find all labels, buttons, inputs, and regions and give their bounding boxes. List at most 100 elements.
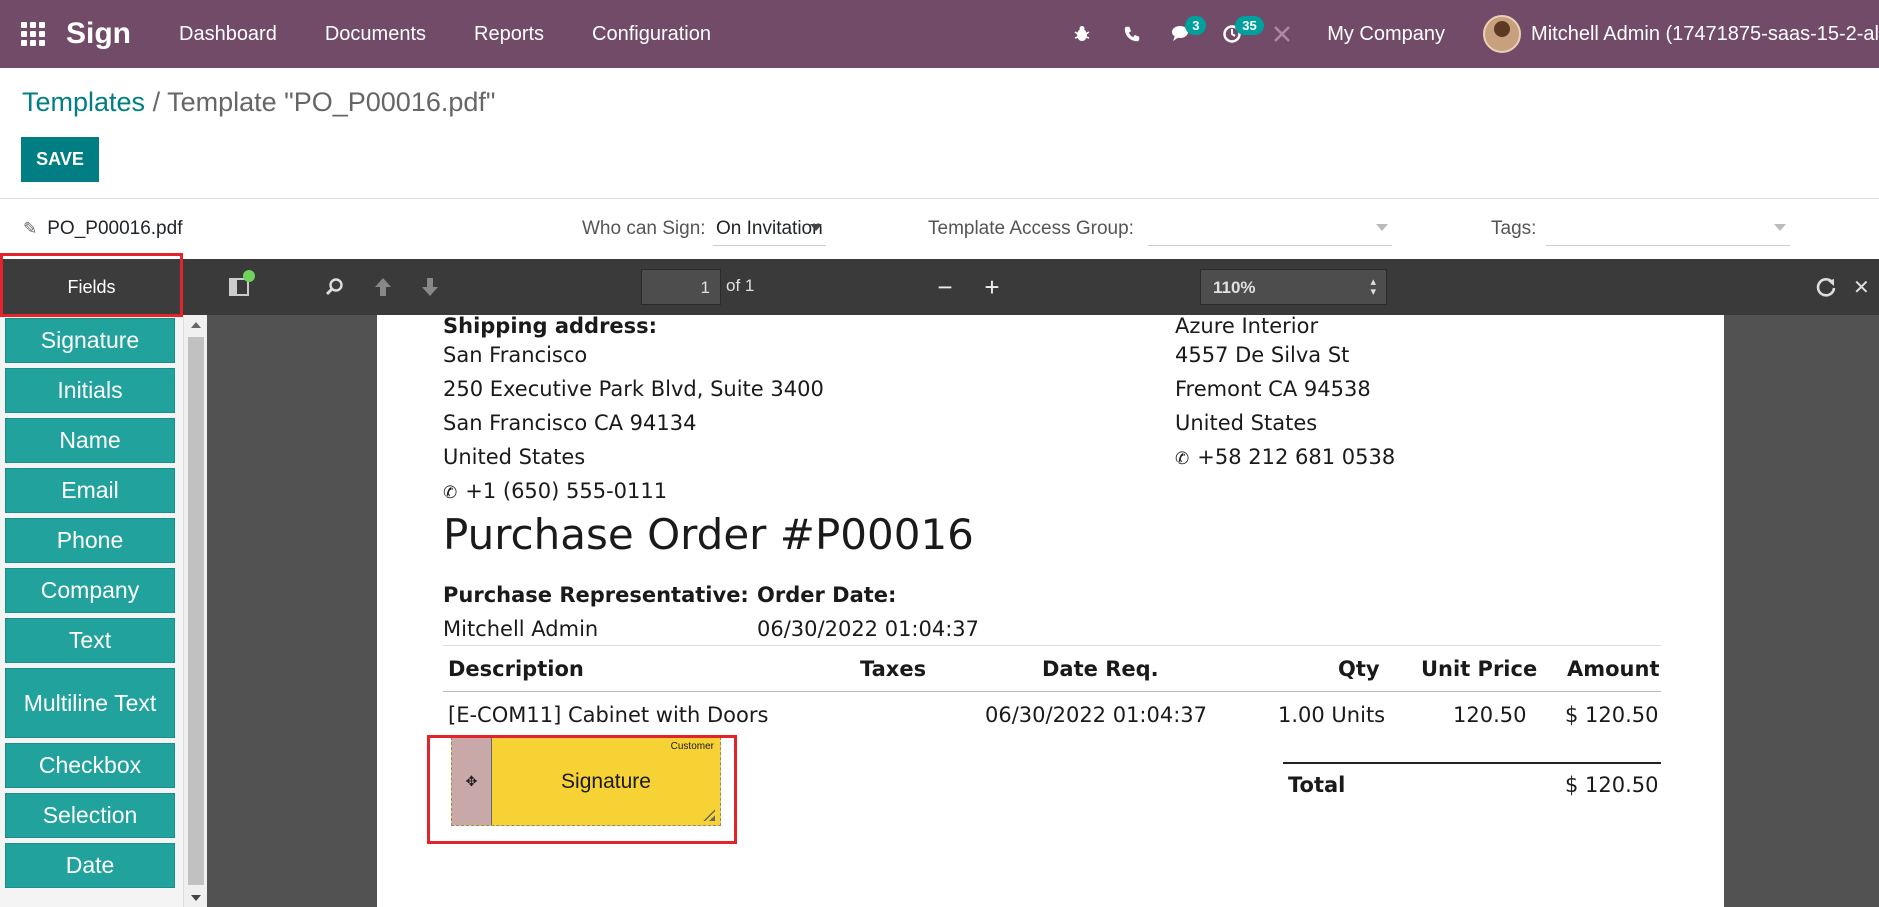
col-header-taxes: Taxes — [860, 657, 927, 681]
breadcrumb: Templates / Template "PO_P00016.pdf" — [22, 87, 495, 118]
fields-scrollbar[interactable] — [183, 315, 207, 907]
vendor-line: 4557 De Silva St — [1175, 343, 1350, 367]
avatar[interactable] — [1483, 15, 1522, 53]
previous-page-icon[interactable] — [363, 259, 403, 315]
user-menu[interactable]: Mitchell Admin (17471875-saas-15-2-al — [1531, 23, 1879, 46]
rep-value: Mitchell Admin — [443, 617, 599, 641]
template-filename[interactable]: ✎ PO_P00016.pdf — [23, 218, 182, 240]
row-description: [E-COM11] Cabinet with Doors — [448, 703, 769, 727]
scroll-down-icon[interactable] — [191, 895, 201, 901]
field-phone[interactable]: Phone — [5, 518, 175, 563]
zoom-in-icon[interactable]: + — [972, 259, 1012, 315]
row-qty: 1.00 Units — [1278, 703, 1386, 727]
scroll-up-icon[interactable] — [191, 322, 201, 328]
rep-label: Purchase Representative: — [443, 583, 749, 607]
menu-reports[interactable]: Reports — [450, 0, 568, 68]
access-group-label: Template Access Group: — [928, 218, 1134, 239]
breadcrumb-current: Template "PO_P00016.pdf" — [167, 87, 496, 117]
shipping-phone-row: ✆ +1 (650) 555-0111 — [443, 479, 667, 503]
shipping-line: 250 Executive Park Blvd, Suite 3400 — [443, 377, 824, 401]
shipping-line: San Francisco CA 94134 — [443, 411, 697, 435]
col-header-amount: Amount — [1567, 657, 1660, 681]
phone-icon: ✆ — [443, 483, 458, 503]
tags-select[interactable] — [1546, 212, 1790, 246]
notification-dot — [243, 270, 255, 282]
page-number-input[interactable]: 1 — [641, 269, 721, 305]
apps-grid-icon[interactable] — [0, 0, 66, 68]
top-navbar: Sign Dashboard Documents Reports Configu… — [0, 0, 1879, 68]
chevron-down-icon — [1376, 224, 1388, 231]
chevron-down-icon — [810, 224, 822, 231]
col-header-date-req: Date Req. — [1042, 657, 1159, 681]
zoom-select[interactable]: 110% ▴ ▾ — [1200, 269, 1387, 305]
field-initials[interactable]: Initials — [5, 368, 175, 413]
pdf-toolbar: 1 of 1 − + 110% ▴ ▾ ✕ — [183, 259, 1879, 315]
shipping-line: San Francisco — [443, 343, 588, 367]
company-switcher[interactable]: My Company — [1307, 23, 1483, 46]
phone-icon[interactable] — [1107, 0, 1157, 68]
who-can-sign-select[interactable]: On Invitation — [713, 212, 826, 246]
field-company[interactable]: Company — [5, 568, 175, 613]
filename-label: PO_P00016.pdf — [47, 218, 183, 239]
vendor-line: Azure Interior — [1175, 315, 1319, 338]
total-value: $ 120.50 — [1565, 773, 1659, 797]
highlight-signature-field — [427, 735, 737, 844]
breadcrumb-separator: / — [145, 87, 168, 117]
breadcrumb-templates[interactable]: Templates — [22, 87, 145, 117]
sidebar-toggle-icon[interactable] — [219, 259, 259, 315]
close-icon[interactable]: ✕ — [1853, 259, 1879, 315]
next-page-icon[interactable] — [410, 259, 450, 315]
zoom-out-icon[interactable]: − — [925, 259, 965, 315]
shipping-phone: +1 (650) 555-0111 — [465, 479, 668, 503]
save-button[interactable]: SAVE — [21, 137, 99, 182]
chat-icon[interactable]: 3 — [1157, 0, 1207, 68]
order-date-value: 06/30/2022 01:04:37 — [757, 617, 980, 641]
shipping-line: United States — [443, 445, 586, 469]
app-brand[interactable]: Sign — [66, 17, 131, 51]
field-multiline-text[interactable]: Multiline Text — [5, 668, 175, 738]
vendor-line: Fremont CA 94538 — [1175, 377, 1371, 401]
clock-icon[interactable]: 35 — [1207, 0, 1264, 68]
access-group-select[interactable] — [1148, 212, 1392, 246]
col-header-description: Description — [448, 657, 584, 681]
chevron-updown-icon: ▴ ▾ — [1370, 276, 1376, 298]
phone-icon: ✆ — [1175, 449, 1190, 469]
field-date[interactable]: Date — [5, 843, 175, 888]
table-top-rule — [443, 645, 1661, 646]
highlight-fields-header — [0, 253, 183, 317]
vendor-line: United States — [1175, 411, 1318, 435]
bug-icon[interactable] — [1057, 0, 1107, 68]
field-selection[interactable]: Selection — [5, 793, 175, 838]
pencil-icon: ✎ — [23, 219, 38, 238]
find-icon[interactable] — [315, 259, 355, 315]
order-date-label: Order Date: — [757, 583, 897, 607]
who-can-sign-value: On Invitation — [716, 218, 823, 239]
table-header-rule — [443, 691, 1661, 692]
row-unit-price: 120.50 — [1453, 703, 1527, 727]
row-amount: $ 120.50 — [1565, 703, 1659, 727]
col-header-qty: Qty — [1338, 657, 1380, 681]
document-title: Purchase Order #P00016 — [443, 510, 974, 559]
refresh-icon[interactable] — [1806, 259, 1846, 315]
vendor-phone: +58 212 681 0538 — [1197, 445, 1396, 469]
menu-dashboard[interactable]: Dashboard — [155, 0, 301, 68]
menu-documents[interactable]: Documents — [301, 0, 450, 68]
field-email[interactable]: Email — [5, 468, 175, 513]
main-menu: Dashboard Documents Reports Configuratio… — [155, 0, 735, 68]
field-type-list: Signature Initials Name Email Phone Comp… — [5, 318, 175, 893]
total-label: Total — [1288, 773, 1346, 797]
page-count: of 1 — [726, 276, 755, 295]
field-name[interactable]: Name — [5, 418, 175, 463]
systray: 3 35 My Company Mitchell Admin (17471875… — [1057, 0, 1879, 68]
menu-configuration[interactable]: Configuration — [568, 0, 735, 68]
template-info-bar: ✎ PO_P00016.pdf Who can Sign: On Invitati… — [0, 199, 1879, 259]
col-header-unit-price: Unit Price — [1421, 657, 1538, 681]
field-text[interactable]: Text — [5, 618, 175, 663]
field-checkbox[interactable]: Checkbox — [5, 743, 175, 788]
scroll-thumb[interactable] — [188, 337, 204, 885]
field-signature[interactable]: Signature — [5, 318, 175, 363]
total-rule — [1283, 762, 1661, 764]
shipping-address-label: Shipping address: — [443, 315, 658, 338]
tools-icon[interactable] — [1257, 0, 1307, 68]
messages-badge: 3 — [1185, 16, 1207, 35]
